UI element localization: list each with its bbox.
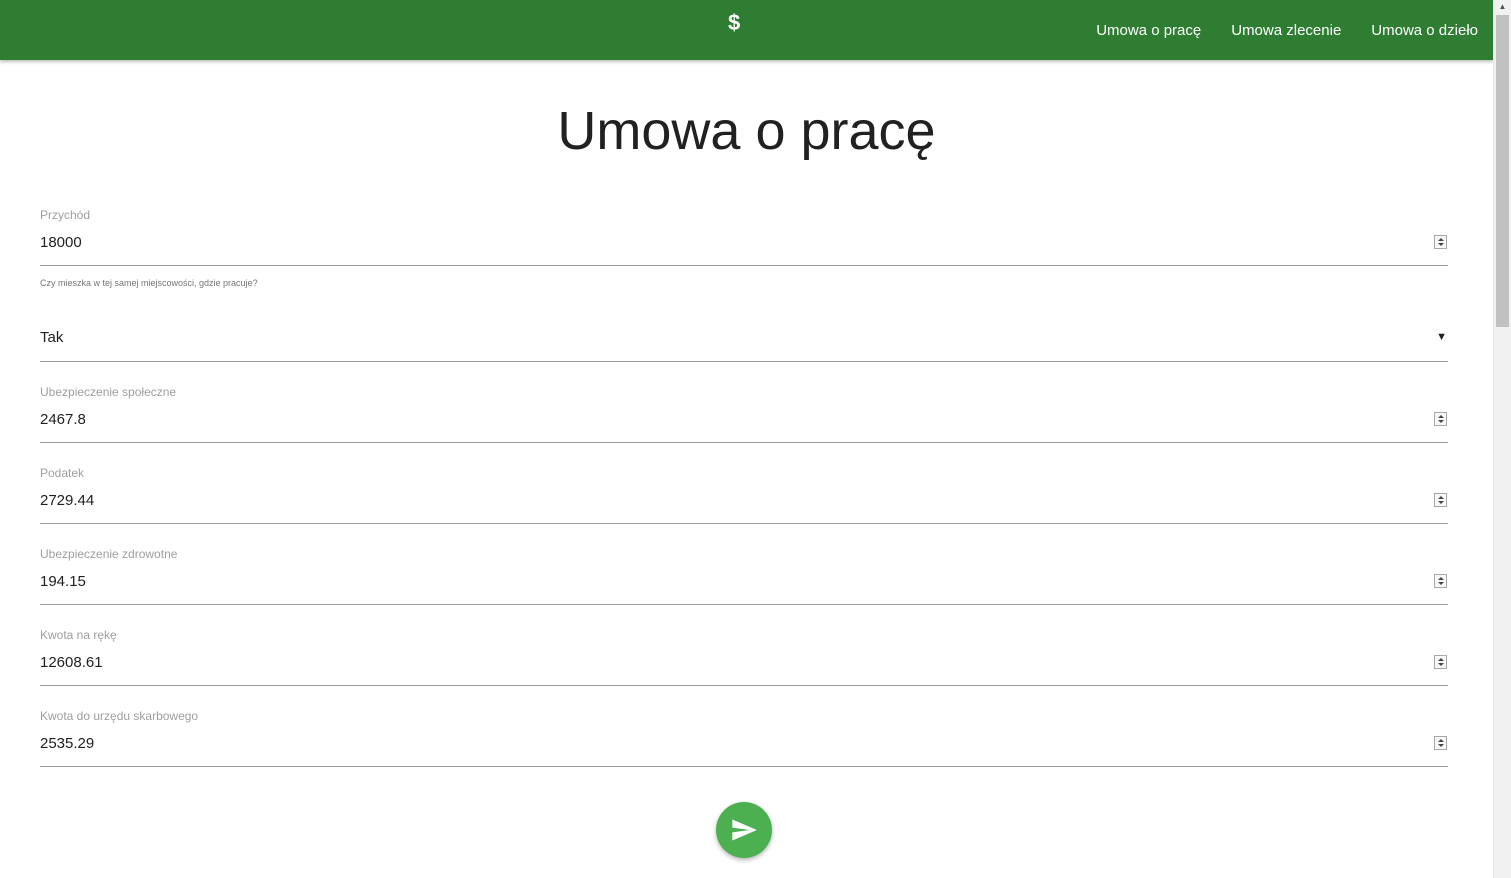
tax-field[interactable]: Podatek 2729.44 bbox=[40, 462, 1448, 524]
tax-value[interactable]: 2729.44 bbox=[40, 492, 94, 509]
net-amount-field[interactable]: Kwota na rękę 12608.61 bbox=[40, 624, 1448, 686]
tax-office-amount-value[interactable]: 2535.29 bbox=[40, 735, 94, 752]
health-insurance-field[interactable]: Ubezpieczenie zdrowotne 194.15 bbox=[40, 543, 1448, 605]
income-stepper[interactable] bbox=[1434, 235, 1447, 249]
income-label: Przychód bbox=[40, 208, 91, 222]
nav-link-umowa-o-dzielo[interactable]: Umowa o dzieło bbox=[1371, 22, 1478, 39]
residence-caption: Czy mieszka w tej samej miejscowości, gd… bbox=[40, 278, 258, 288]
nav-links: Umowa o pracę Umowa zlecenie Umowa o dzi… bbox=[1066, 0, 1478, 60]
tax-office-amount-stepper[interactable] bbox=[1434, 736, 1447, 750]
tax-office-amount-label: Kwota do urzędu skarbowego bbox=[40, 709, 199, 723]
dollar-logo-icon[interactable]: $ bbox=[728, 10, 740, 36]
tax-label: Podatek bbox=[40, 466, 85, 480]
residence-selected-value[interactable]: Tak bbox=[40, 329, 63, 346]
net-amount-value[interactable]: 12608.61 bbox=[40, 654, 103, 671]
page: $ Umowa o pracę Umowa zlecenie Umowa o d… bbox=[0, 0, 1511, 878]
scrollbar-thumb[interactable] bbox=[1496, 15, 1509, 327]
nav-link-umowa-zlecenie[interactable]: Umowa zlecenie bbox=[1231, 22, 1341, 39]
social-insurance-stepper[interactable] bbox=[1434, 412, 1447, 426]
navbar: $ Umowa o pracę Umowa zlecenie Umowa o d… bbox=[0, 0, 1493, 60]
net-amount-label: Kwota na rękę bbox=[40, 628, 117, 642]
net-amount-stepper[interactable] bbox=[1434, 655, 1447, 669]
social-insurance-label: Ubezpieczenie społeczne bbox=[40, 385, 177, 399]
residence-select[interactable]: Tak ▼ bbox=[40, 300, 1448, 362]
tax-stepper[interactable] bbox=[1434, 493, 1447, 507]
send-icon bbox=[732, 819, 757, 841]
health-insurance-value[interactable]: 194.15 bbox=[40, 573, 86, 590]
income-field[interactable]: Przychód 18000 bbox=[40, 204, 1448, 266]
social-insurance-field[interactable]: Ubezpieczenie społeczne 2467.8 bbox=[40, 381, 1448, 443]
tax-office-amount-field[interactable]: Kwota do urzędu skarbowego 2535.29 bbox=[40, 705, 1448, 767]
social-insurance-value[interactable]: 2467.8 bbox=[40, 411, 86, 428]
page-title: Umowa o pracę bbox=[557, 101, 936, 161]
vertical-scrollbar[interactable]: ▲ bbox=[1493, 0, 1511, 878]
submit-button[interactable] bbox=[716, 802, 772, 858]
health-insurance-label: Ubezpieczenie zdrowotne bbox=[40, 547, 178, 561]
nav-link-umowa-o-prace[interactable]: Umowa o pracę bbox=[1096, 22, 1201, 39]
income-value[interactable]: 18000 bbox=[40, 234, 82, 251]
health-insurance-stepper[interactable] bbox=[1434, 574, 1447, 588]
dropdown-arrow-icon[interactable]: ▼ bbox=[1436, 331, 1447, 343]
scroll-up-arrow-icon[interactable]: ▲ bbox=[1494, 0, 1511, 14]
